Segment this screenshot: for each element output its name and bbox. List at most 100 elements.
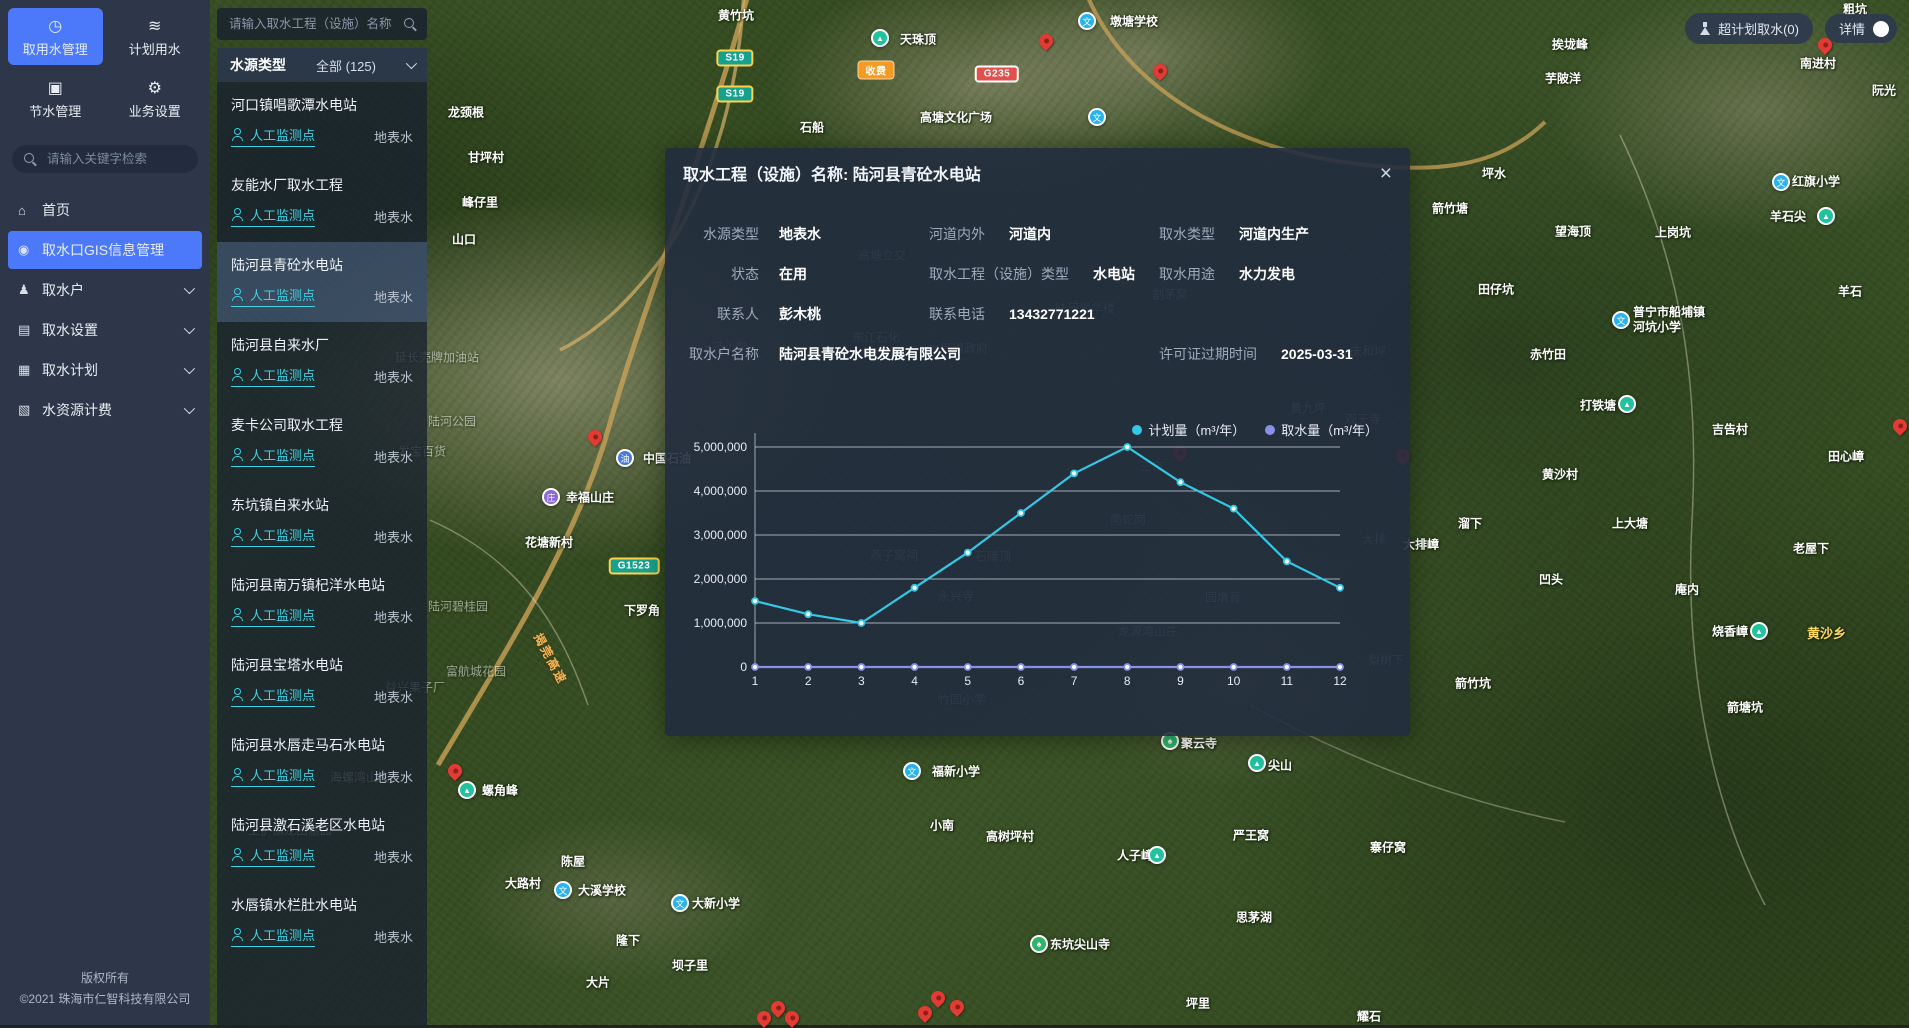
temple-poi-icon[interactable]: ♠ (1030, 935, 1048, 953)
map-pin[interactable] (585, 427, 605, 447)
sidebar-item-label: 取水计划 (42, 360, 98, 380)
villa-poi-icon[interactable]: 庄 (542, 488, 560, 506)
close-icon[interactable]: × (1380, 163, 1392, 184)
person-icon (231, 608, 244, 621)
monitor-tag[interactable]: 人工监测点 (231, 285, 315, 307)
sidebar-item-label: 水资源计费 (42, 400, 112, 420)
school-poi-icon[interactable]: 文 (1088, 108, 1106, 126)
svg-text:7: 7 (1071, 674, 1078, 688)
sidebar-item-water-settings[interactable]: ▤取水设置 (8, 311, 202, 349)
facility-list-item[interactable]: 友能水厂取水工程人工监测点地表水 (217, 162, 427, 242)
map-place-label: 尖山 (1268, 759, 1292, 774)
chevron-down-icon (184, 323, 195, 334)
mountain-poi-icon[interactable]: ▲ (1248, 754, 1266, 772)
water-plan-icon: ▦ (18, 362, 42, 378)
map-pin[interactable] (445, 761, 465, 781)
facility-name: 陆河县激石溪老区水电站 (231, 815, 413, 835)
facility-list-item[interactable]: 河口镇唱歌潭水电站人工监测点地表水 (217, 82, 427, 162)
field: 取水户名称陆河县青砼水电发展有限公司 (685, 344, 961, 364)
person-icon (231, 528, 244, 541)
monitor-tag[interactable]: 人工监测点 (231, 765, 315, 787)
mountain-poi-icon[interactable]: ▲ (1618, 395, 1636, 413)
school-poi-icon[interactable]: 文 (671, 894, 689, 912)
monitor-tag[interactable]: 人工监测点 (231, 525, 315, 547)
monitor-tag[interactable]: 人工监测点 (231, 205, 315, 227)
gas-station-poi-icon[interactable]: 油 (616, 449, 634, 467)
facility-list-item[interactable]: 陆河县激石溪老区水电站人工监测点地表水 (217, 802, 427, 882)
person-icon (231, 208, 244, 221)
search-icon[interactable] (404, 18, 417, 31)
monitor-tag[interactable]: 人工监测点 (231, 685, 315, 707)
facility-list-item[interactable]: 陆河县宝塔水电站人工监测点地表水 (217, 642, 427, 722)
school-poi-icon[interactable]: 文 (1772, 173, 1790, 191)
map-pin[interactable] (1890, 416, 1909, 436)
map-place-label: 甘坪村 (468, 151, 504, 166)
field-label: 许可证过期时间 (1159, 344, 1257, 364)
monitor-tag[interactable]: 人工监测点 (231, 365, 315, 387)
monitor-tag[interactable]: 人工监测点 (231, 125, 315, 147)
mountain-poi-icon[interactable]: ▲ (1817, 207, 1835, 225)
facility-panel: 水源类型 全部 (125) 河口镇唱歌潭水电站人工监测点地表水友能水厂取水工程人… (213, 0, 431, 1025)
map-place-label: 黄竹坑 (718, 9, 754, 24)
sidebar-item-water-plan[interactable]: ▦取水计划 (8, 351, 202, 389)
facility-list-item[interactable]: 麦卡公司取水工程人工监测点地表水 (217, 402, 427, 482)
map-place-label: 挨垅峰 (1552, 38, 1588, 53)
detail-toggle[interactable]: 详情 (1825, 14, 1897, 43)
module-water-saving[interactable]: ▣节水管理 (8, 70, 103, 127)
mountain-poi-icon[interactable]: ▲ (1148, 846, 1166, 864)
facility-list-item[interactable]: 陆河县自来水厂人工监测点地表水 (217, 322, 427, 402)
map-pin[interactable] (928, 988, 948, 1008)
facility-list-item[interactable]: 陆河县南万镇杞洋水电站人工监测点地表水 (217, 562, 427, 642)
facility-list-item[interactable]: 水唇镇水栏肚水电站人工监测点地表水 (217, 882, 427, 962)
mountain-poi-icon[interactable]: ▲ (1750, 622, 1768, 640)
source-type: 地表水 (374, 287, 413, 306)
map-place-label: 箭塘坑 (1727, 701, 1763, 716)
sidebar-search-input[interactable] (45, 151, 210, 167)
field-label: 河道内外 (929, 224, 985, 244)
over-plan-button[interactable]: 超计划取水(0) (1685, 13, 1813, 44)
map-place-label: 花塘新村 (525, 536, 573, 551)
map-place-label: 田心嶂 (1828, 450, 1864, 465)
module-water-use-mgmt[interactable]: ◷取用水管理 (8, 8, 103, 65)
school-poi-icon[interactable]: 文 (1078, 12, 1096, 30)
map-place-label: 上岗坑 (1655, 226, 1691, 241)
map-pin[interactable] (1036, 31, 1056, 51)
sidebar-item-water-user[interactable]: ♟取水户 (8, 271, 202, 309)
map-pin[interactable] (947, 997, 967, 1017)
module-business-settings[interactable]: ⚙业务设置 (108, 70, 203, 127)
road-badge: G235 (975, 66, 1019, 83)
school-poi-icon[interactable]: 文 (554, 881, 572, 899)
monitor-tag[interactable]: 人工监测点 (231, 925, 315, 947)
mountain-poi-icon[interactable]: ▲ (871, 29, 889, 47)
map-place-label: 坪水 (1482, 167, 1506, 182)
map-place-label: 严王窝 (1233, 829, 1269, 844)
sidebar-item-home[interactable]: ⌂首页 (8, 191, 202, 229)
school-poi-icon[interactable]: 文 (1612, 311, 1630, 329)
facility-name: 河口镇唱歌潭水电站 (231, 95, 413, 115)
sidebar-item-water-billing[interactable]: ▧水资源计费 (8, 391, 202, 429)
field: 状态在用 (685, 264, 807, 284)
mountain-poi-icon[interactable]: ▲ (458, 781, 476, 799)
facility-list-item[interactable]: 陆河县水唇走马石水电站人工监测点地表水 (217, 722, 427, 802)
map-place-label: 龙颈根 (448, 106, 484, 121)
facility-list-item[interactable]: 东坑镇自来水站人工监测点地表水 (217, 482, 427, 562)
svg-text:12: 12 (1333, 674, 1347, 688)
module-planned-water[interactable]: ≋计划用水 (108, 8, 203, 65)
facility-meta: 人工监测点地表水 (231, 525, 413, 547)
sidebar-item-gis-info[interactable]: ◉取水口GIS信息管理 (8, 231, 202, 269)
facility-list-item[interactable]: 陆河县青砼水电站人工监测点地表水 (217, 242, 427, 322)
map-pin[interactable] (1150, 61, 1170, 81)
sidebar-item-label: 取水口GIS信息管理 (42, 240, 164, 260)
field: 取水工程（设施）类型水电站 (929, 264, 1135, 284)
source-type-filter[interactable]: 水源类型 全部 (125) (217, 48, 427, 82)
school-poi-icon[interactable]: 文 (903, 762, 921, 780)
monitor-tag[interactable]: 人工监测点 (231, 605, 315, 627)
over-plan-label: 超计划取水(0) (1718, 19, 1799, 38)
map-pin[interactable] (915, 1003, 935, 1023)
home-icon: ⌂ (18, 203, 42, 218)
facility-search-input[interactable] (227, 16, 398, 32)
svg-text:5,000,000: 5,000,000 (694, 440, 748, 454)
detail-toggle-knob[interactable] (1873, 21, 1889, 37)
monitor-tag[interactable]: 人工监测点 (231, 845, 315, 867)
monitor-tag[interactable]: 人工监测点 (231, 445, 315, 467)
